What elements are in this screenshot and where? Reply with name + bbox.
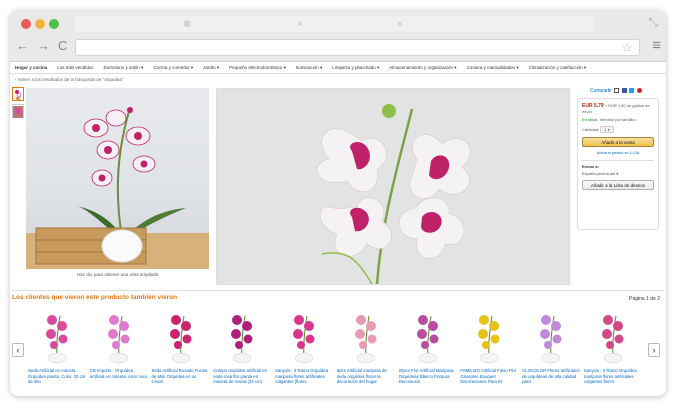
quantity-select[interactable]: 1 ▾ [600, 126, 614, 133]
similar-product-card[interactable]: 20pcs Flor Artificial Mariposa Orquídeas… [399, 306, 457, 396]
carousel-next-button[interactable]: › [648, 343, 660, 357]
similar-product-image[interactable] [466, 308, 512, 364]
category-link[interactable]: Cocina y comedor ▾ [153, 65, 193, 71]
pinterest-icon[interactable] [636, 88, 642, 94]
category-link[interactable]: Costura y manualidades ▾ [467, 65, 519, 71]
nav-buttons: ← → C [16, 38, 67, 53]
reload-icon[interactable]: C [58, 38, 67, 53]
image-zoom-caption: Haz clic para obtener una vista ampliada [76, 272, 159, 277]
similar-product-image[interactable] [405, 308, 451, 364]
similar-product-title[interactable]: Seda Artificial Rosado Fucsia de Mini Or… [152, 368, 210, 385]
similar-product-card[interactable]: Sanysis - 3 Ramo Orquídea mariposa flore… [275, 306, 333, 396]
tab-close-icon[interactable]: × [397, 19, 403, 30]
fullscreen-icon[interactable]: ⤡ [648, 15, 658, 30]
tab-close-icon[interactable]: ⊗ [183, 19, 191, 30]
category-link[interactable]: Pequeño electrodoméstico ▾ [229, 65, 286, 71]
bookmark-star-icon[interactable]: ☆ [621, 40, 633, 56]
similar-product-title[interactable]: Compo orquídea artificial en seda rosa f… [213, 368, 271, 385]
quantity-label: Cantidad: [582, 127, 600, 132]
category-link[interactable]: Dormitorio y salón ▾ [104, 65, 144, 71]
similar-product-image[interactable] [219, 308, 265, 364]
similar-product-card[interactable]: FAMILIZO Artificial Falso Flor Girasoles… [460, 306, 518, 396]
add-to-wishlist-button[interactable]: Añadir a la Lista de deseos [582, 180, 654, 190]
category-link[interactable]: Los más vendidos [57, 65, 93, 70]
browser-menu-icon[interactable]: ≡ [652, 37, 661, 54]
similar-product-card[interactable]: CLOCOLOR Flores artificiales de orquídea… [522, 306, 580, 396]
close-window-button[interactable] [21, 19, 31, 29]
similar-product-title[interactable]: Sanysis - 3 Ramo Orquídea mariposa flore… [584, 368, 642, 385]
similar-product-card[interactable]: 5pcs Artificial mariposa de seda orquíde… [337, 306, 395, 396]
similar-product-title[interactable]: 20pcs Flor Artificial Mariposa Orquídeas… [399, 368, 457, 385]
ship-to-label: Enviar a: [582, 160, 654, 169]
similar-product-title[interactable]: 5pcs Artificial mariposa de seda orquíde… [337, 368, 395, 385]
minimize-window-button[interactable] [35, 19, 45, 29]
facebook-icon[interactable] [621, 88, 627, 94]
thumbnail[interactable] [12, 104, 24, 118]
similar-product-card[interactable]: CB Imports - Orquídea artificial en mace… [90, 306, 148, 396]
category-link[interactable]: Limpieza y planchado ▾ [332, 65, 379, 71]
similar-product-title[interactable]: CLOCOLOR Flores artificiales de orquídea… [522, 368, 580, 385]
share-link[interactable]: Compartir [590, 88, 612, 94]
similar-product-card[interactable]: Sanysis - 3 Ramo Orquídea mariposa flore… [584, 306, 642, 396]
back-arrow-icon[interactable]: ← [16, 38, 29, 53]
similar-product-image[interactable] [590, 308, 636, 364]
carousel-prev-button[interactable]: ‹ [12, 343, 24, 357]
similar-product-card[interactable]: Seda Artificial en maceta Orquídea plant… [28, 306, 86, 396]
similar-product-title[interactable]: FAMILIZO Artificial Falso Flor Girasoles… [460, 368, 518, 385]
browser-window: ⊗ × × ⤡ ← → C ☆ ≡ Hogar y cocina Los más… [10, 10, 666, 396]
ship-to-select[interactable]: España peninsular ▾ [582, 171, 654, 176]
section-divider [12, 290, 664, 291]
similar-products-carousel: Seda Artificial en maceta Orquídea plant… [28, 306, 642, 396]
email-icon[interactable] [614, 88, 620, 94]
similar-product-image[interactable] [158, 308, 204, 364]
similar-products-title: Los clientes que vieron este producto ta… [12, 294, 178, 301]
image-thumbnails [12, 87, 24, 121]
category-link[interactable]: Climatización y calefacción ▾ [529, 65, 587, 71]
browser-chrome: ⊗ × × ⤡ ← → C ☆ ≡ [10, 10, 666, 62]
tab-close-icon[interactable]: × [297, 19, 303, 30]
buy-box: EUR 5,79 + EUR 1,00 de gastos de envío E… [577, 98, 659, 230]
maximize-window-button[interactable] [49, 19, 59, 29]
similar-product-image[interactable] [281, 308, 327, 364]
page-indicator: Página 1 de 2 [629, 296, 660, 302]
twitter-icon[interactable] [629, 88, 635, 94]
tab-strip[interactable]: ⊗ × × [75, 16, 595, 32]
share-row: Compartir [590, 88, 642, 94]
add-to-cart-button[interactable]: Añadir a la cesta [582, 137, 654, 147]
similar-product-title[interactable]: CB Imports - Orquídea artificial en mace… [90, 368, 148, 379]
breadcrumb[interactable]: ‹ Volver a los resultados de la búsqueda… [10, 74, 666, 85]
similar-product-card[interactable]: Compo orquídea artificial en seda rosa f… [213, 306, 271, 396]
seller[interactable]: Vendido por familiko. [600, 117, 637, 122]
similar-product-card[interactable]: Seda Artificial Rosado Fucsia de Mini Or… [152, 306, 210, 396]
product-image-small[interactable] [26, 88, 209, 269]
category-link[interactable]: Almacenamiento y organización ▾ [389, 65, 456, 71]
category-link[interactable]: Jardín ▾ [203, 65, 219, 71]
similar-product-title[interactable]: Sanysis - 3 Ramo Orquídea mariposa flore… [275, 368, 333, 385]
thumbnail[interactable] [12, 87, 24, 101]
forward-arrow-icon[interactable]: → [37, 38, 50, 53]
similar-product-image[interactable] [34, 308, 80, 364]
category-bar: Hogar y cocina Los más vendidos Dormitor… [10, 62, 666, 74]
one-click-link[interactable]: Activa el pedido en 1-Clic [582, 151, 654, 155]
category-link[interactable]: Hogar y cocina [15, 65, 47, 70]
stock-status: En stock. [582, 117, 599, 122]
category-link[interactable]: Iluminación ▾ [296, 65, 322, 71]
product-image-main[interactable] [216, 88, 570, 285]
similar-product-image[interactable] [96, 308, 142, 364]
address-bar[interactable]: ☆ [75, 39, 640, 56]
similar-product-image[interactable] [528, 308, 574, 364]
similar-product-title[interactable]: Seda Artificial en maceta Orquídea plant… [28, 368, 86, 385]
similar-product-image[interactable] [343, 308, 389, 364]
